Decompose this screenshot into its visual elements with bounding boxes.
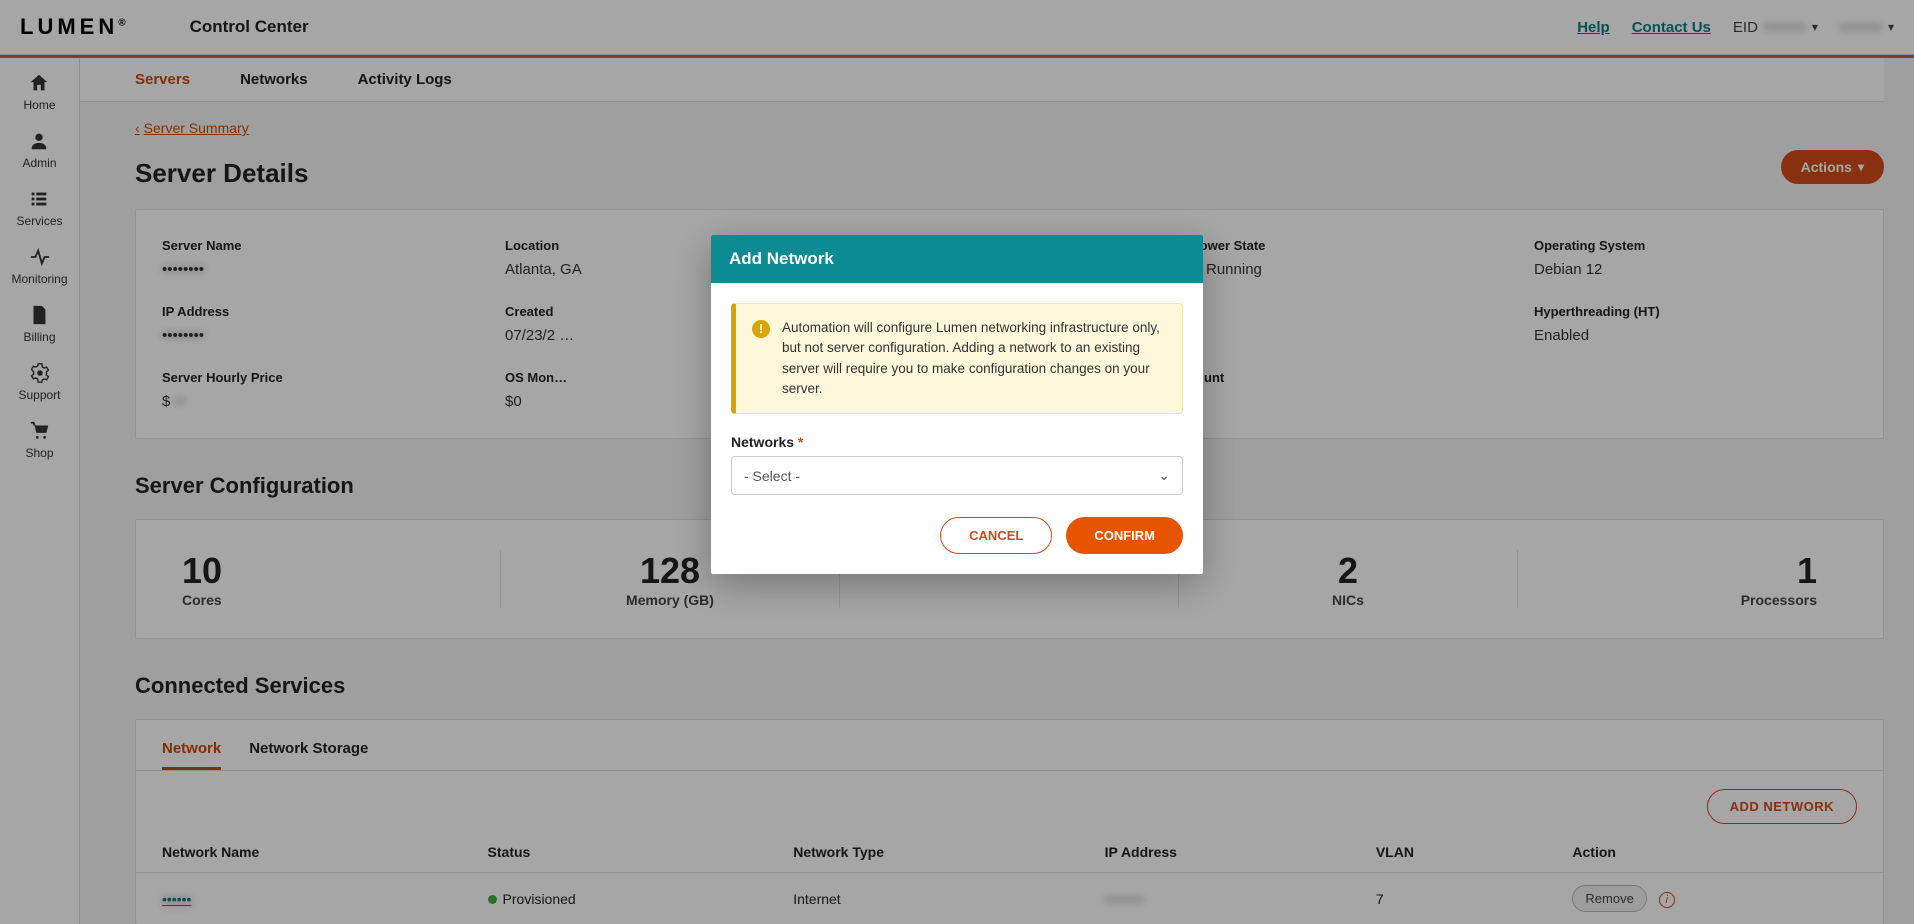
chevron-down-icon: ⌄: [1158, 467, 1170, 484]
add-network-modal: Add Network ! Automation will configure …: [711, 235, 1203, 574]
networks-select[interactable]: - Select - ⌄: [731, 456, 1183, 495]
warning-box: ! Automation will configure Lumen networ…: [731, 303, 1183, 414]
modal-overlay[interactable]: Add Network ! Automation will configure …: [0, 0, 1914, 924]
modal-title: Add Network: [711, 235, 1203, 283]
warning-icon: !: [752, 320, 770, 338]
confirm-button[interactable]: CONFIRM: [1066, 517, 1183, 554]
warning-text: Automation will configure Lumen networki…: [782, 318, 1166, 399]
networks-field-label: Networks *: [731, 434, 1183, 450]
cancel-button[interactable]: CANCEL: [940, 517, 1052, 554]
